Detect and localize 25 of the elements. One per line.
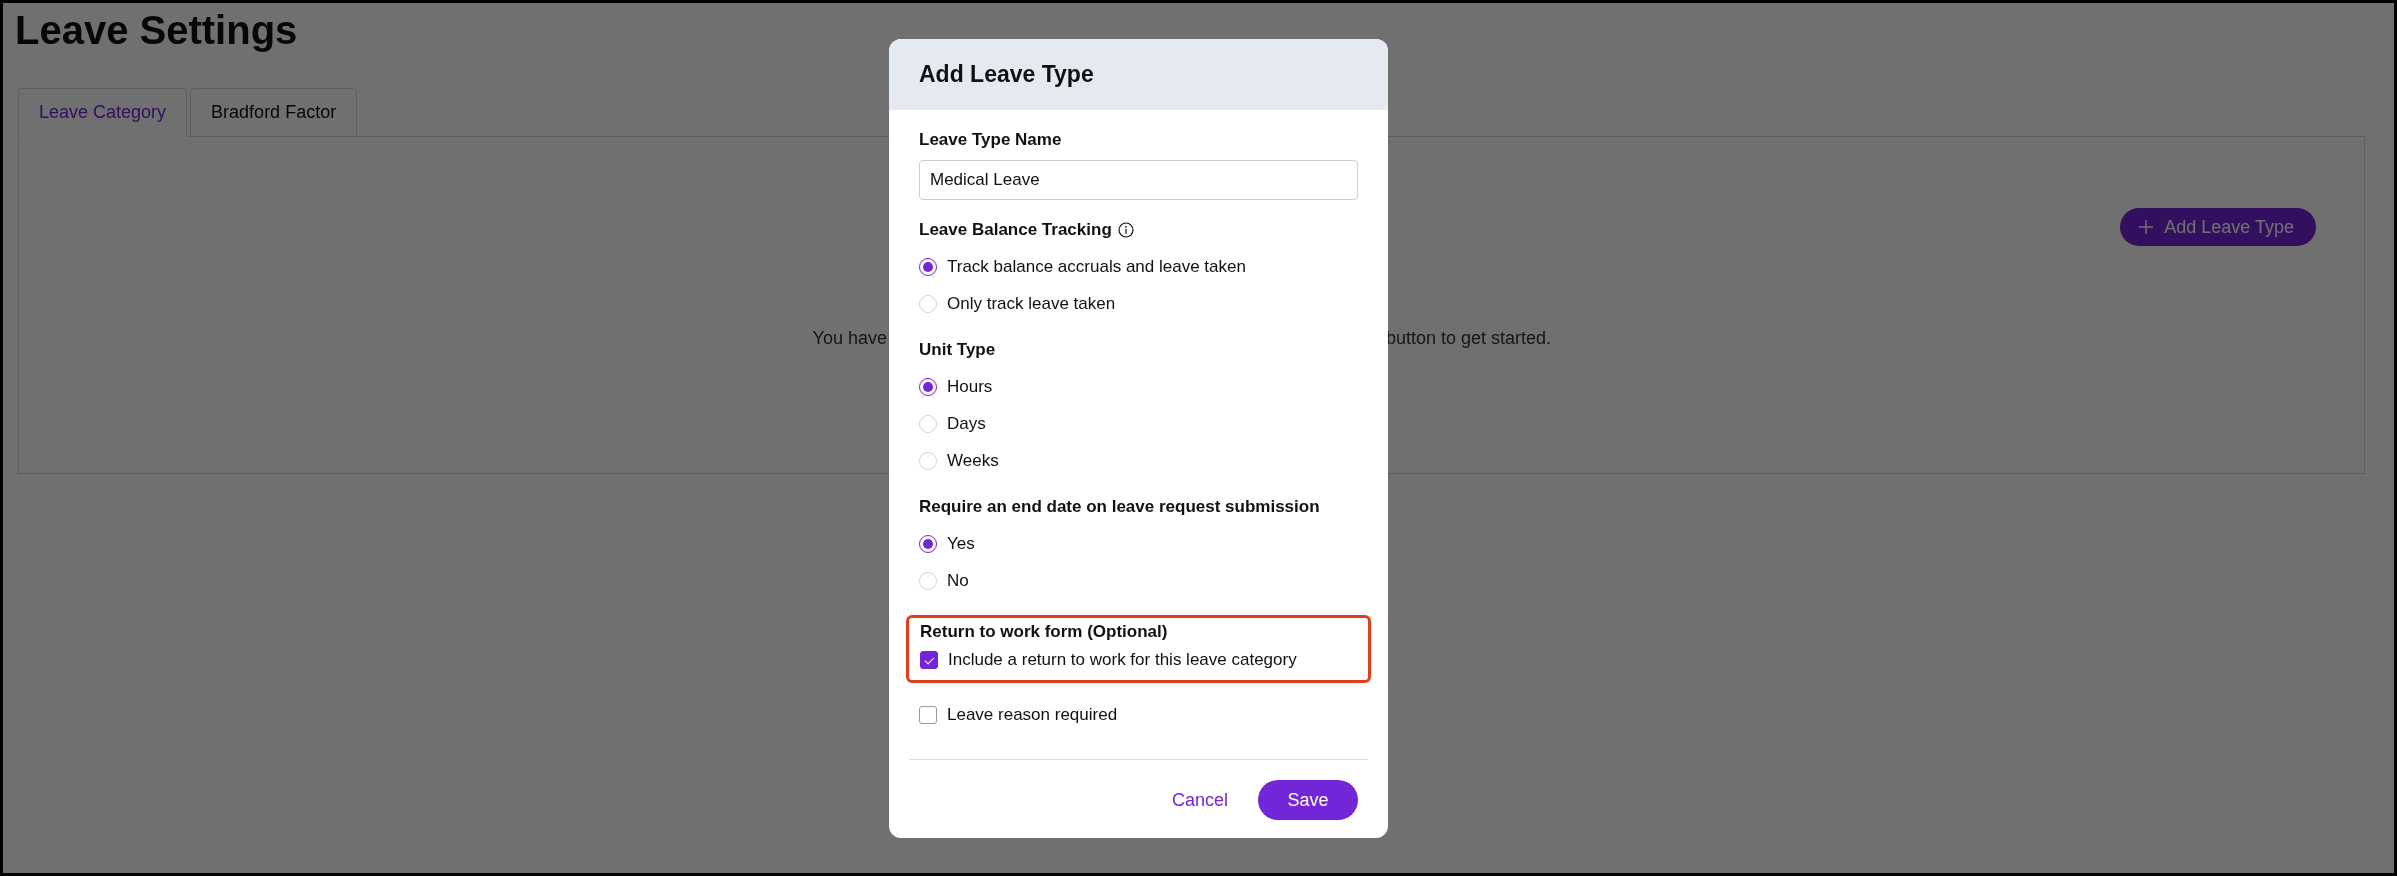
option-label: Days	[947, 413, 986, 434]
dialog-title: Add Leave Type	[919, 61, 1094, 88]
plus-icon	[2138, 219, 2155, 235]
save-button[interactable]: Save	[1258, 780, 1358, 820]
field-label: Return to work form (Optional)	[920, 622, 1168, 642]
option-label: Include a return to work for this leave category	[948, 650, 1297, 670]
option-label: Leave reason required	[947, 705, 1118, 725]
option-label: Weeks	[947, 450, 999, 471]
field-label: Leave Type Name	[919, 130, 1062, 150]
page-title: Leave Settings	[14, 7, 299, 54]
option-label: No	[947, 570, 969, 591]
option-label: Only track leave taken	[947, 293, 1116, 314]
leave-type-name-input[interactable]: Medical Leave	[919, 160, 1358, 200]
checkbox[interactable]	[920, 651, 938, 669]
option-label: Hours	[947, 376, 993, 397]
field-label: Leave Balance Tracking	[919, 220, 1112, 240]
checkbox[interactable]	[919, 706, 937, 724]
info-icon[interactable]	[1117, 222, 1134, 238]
option-label: Yes	[947, 533, 975, 554]
tab[interactable]: Bradford Factor	[190, 88, 358, 137]
option-label: Track balance accruals and leave taken	[947, 256, 1246, 277]
field-label: Unit Type	[919, 340, 996, 360]
cancel-button[interactable]: Cancel	[1161, 789, 1238, 811]
field-label: Require an end date on leave request submission	[919, 497, 1320, 517]
empty-message: You have	[812, 328, 887, 349]
